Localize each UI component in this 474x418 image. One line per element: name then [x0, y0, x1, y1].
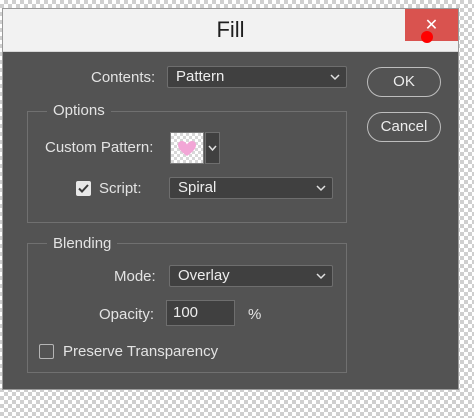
- mode-label: Mode:: [114, 268, 156, 285]
- options-group: [27, 111, 347, 223]
- checkmark-icon: [78, 184, 89, 193]
- script-select[interactable]: Spiral: [169, 177, 333, 199]
- mode-select[interactable]: Overlay: [169, 265, 333, 287]
- title-bar: Fill ✕: [3, 9, 458, 52]
- custom-pattern-label: Custom Pattern:: [45, 139, 154, 156]
- script-label: Script:: [99, 180, 142, 197]
- options-title: Options: [47, 102, 111, 119]
- script-checkbox[interactable]: [76, 181, 91, 196]
- preserve-transparency-checkbox[interactable]: [39, 344, 54, 359]
- blending-title: Blending: [47, 235, 118, 252]
- heart-pattern-icon: [178, 141, 196, 156]
- contents-value: Pattern: [176, 68, 225, 85]
- chevron-down-icon: [206, 145, 219, 167]
- opacity-input[interactable]: 100: [166, 300, 235, 326]
- ok-button[interactable]: OK: [367, 67, 441, 97]
- cancel-button[interactable]: Cancel: [367, 112, 441, 142]
- contents-select[interactable]: Pattern: [167, 66, 347, 88]
- dialog-title: Fill: [216, 17, 245, 42]
- opacity-label: Opacity:: [99, 306, 155, 323]
- preserve-transparency-label: Preserve Transparency: [63, 343, 219, 360]
- pattern-swatch[interactable]: [170, 132, 204, 164]
- script-value: Spiral: [178, 179, 217, 196]
- chevron-down-icon: [330, 67, 340, 93]
- chevron-down-icon: [316, 266, 326, 292]
- cursor-indicator: [421, 31, 433, 43]
- chevron-down-icon: [316, 178, 326, 204]
- opacity-unit: %: [248, 306, 262, 323]
- fill-dialog: Fill ✕ Contents: Pattern OK Cancel Optio…: [2, 8, 459, 390]
- pattern-dropdown-button[interactable]: [205, 132, 220, 164]
- mode-value: Overlay: [178, 267, 230, 284]
- contents-label: Contents:: [91, 69, 156, 86]
